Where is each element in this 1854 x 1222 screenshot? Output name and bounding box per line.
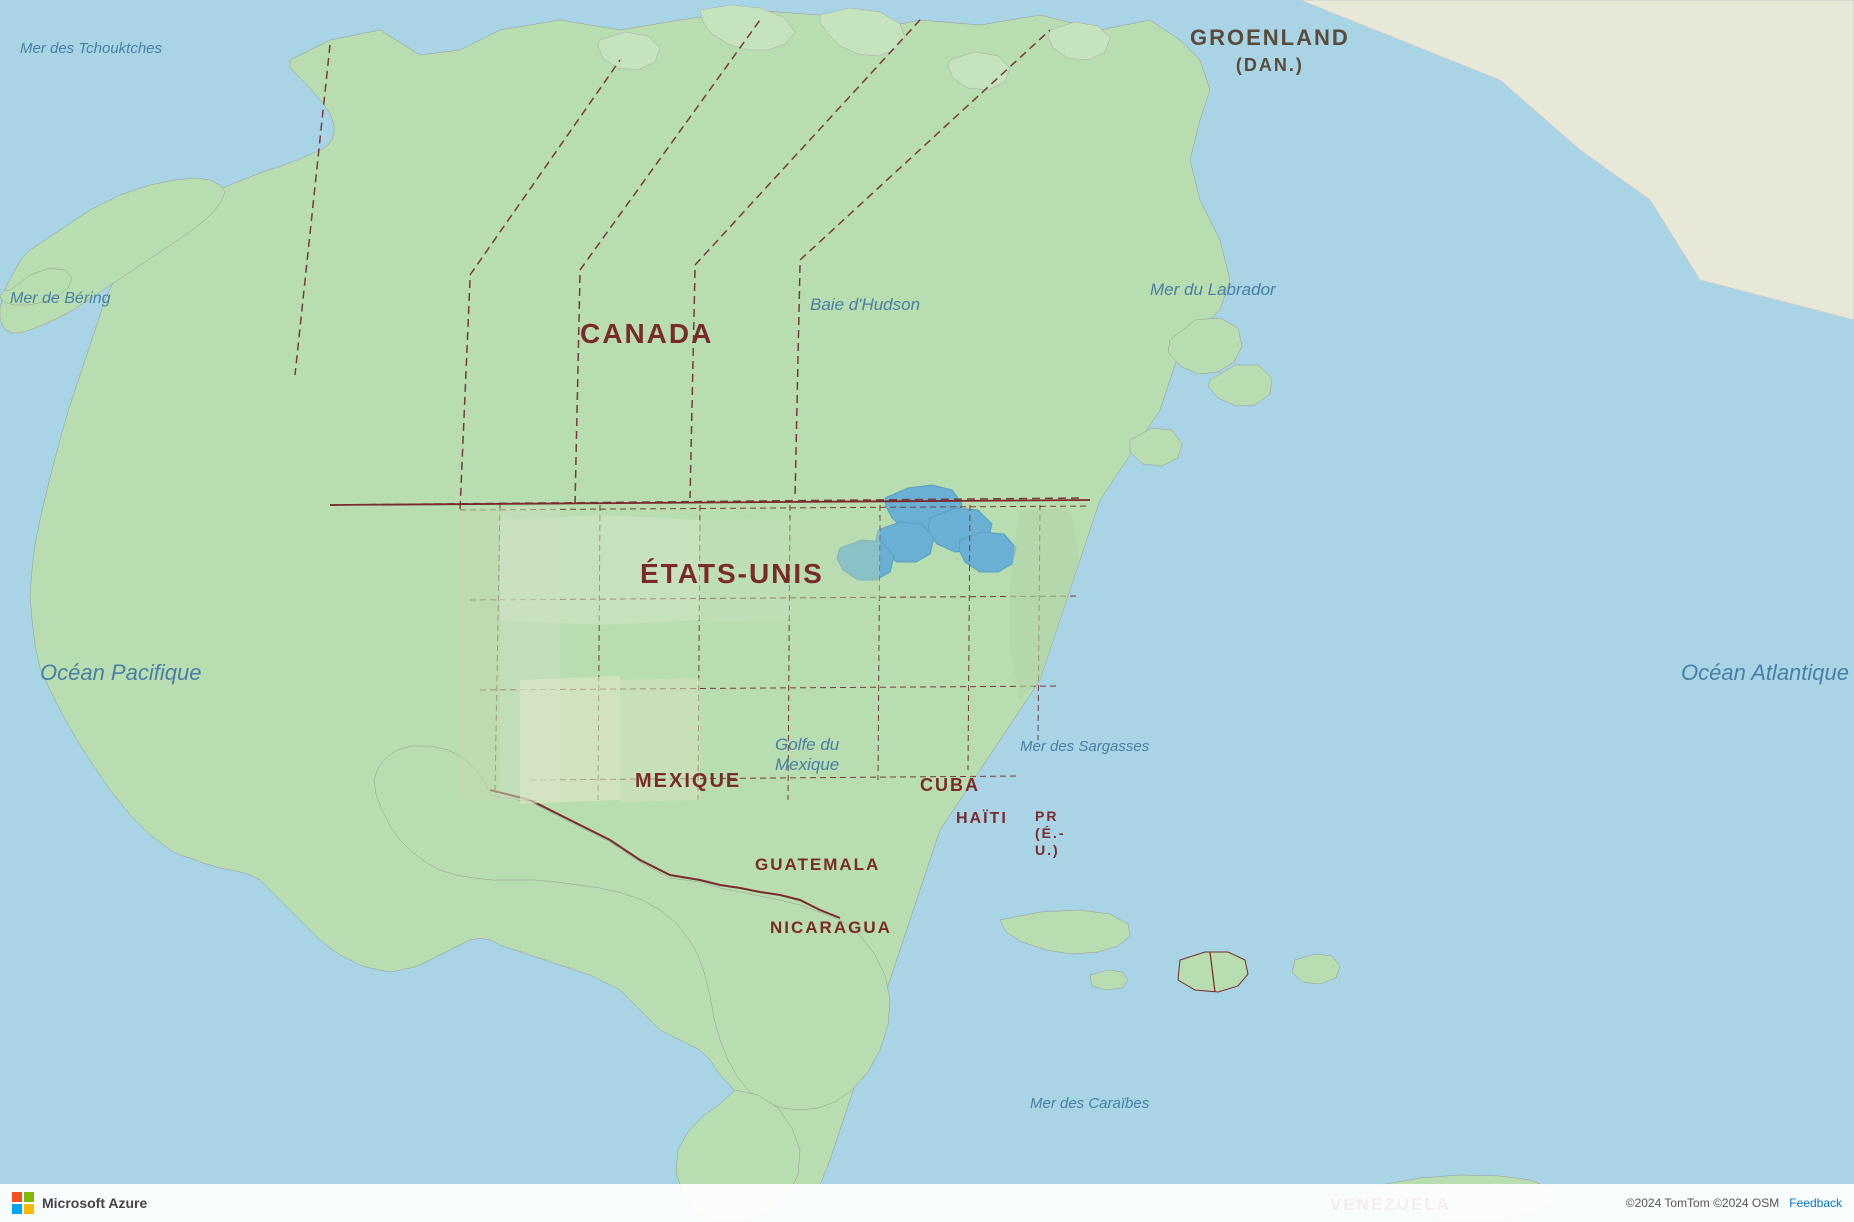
bottom-bar: Microsoft Azure ©2024 TomTom ©2024 OSM F…: [0, 1184, 1854, 1222]
copyright-notice: ©2024 TomTom ©2024 OSM: [1626, 1196, 1780, 1210]
map-svg: [0, 0, 1854, 1222]
map-container: Mer des Tchouktches Mer de Béring Océan …: [0, 0, 1854, 1222]
microsoft-squares: [12, 1192, 34, 1214]
microsoft-azure-logo: Microsoft Azure: [12, 1192, 147, 1214]
ms-sq-yellow: [24, 1204, 34, 1214]
copyright-text: ©2024 TomTom ©2024 OSM Feedback: [1626, 1196, 1842, 1210]
ms-sq-blue: [12, 1204, 22, 1214]
brand-name: Microsoft Azure: [42, 1195, 147, 1211]
feedback-link[interactable]: Feedback: [1789, 1196, 1842, 1210]
ms-sq-green: [24, 1192, 34, 1202]
ms-sq-red: [12, 1192, 22, 1202]
